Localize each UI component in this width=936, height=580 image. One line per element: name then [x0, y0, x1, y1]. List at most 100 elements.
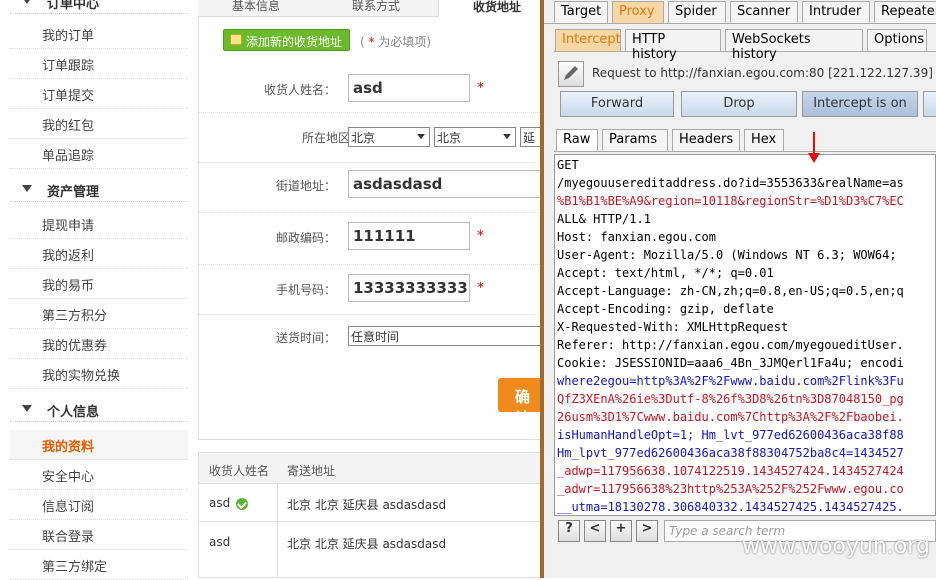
- tab-headers[interactable]: Headers: [672, 129, 740, 151]
- request-line: _adwp=117956638.1074122519.1434527424.14…: [557, 464, 904, 478]
- sidebar-section-orders[interactable]: 订单中心: [10, 0, 188, 14]
- sidebar-item-coupons[interactable]: 我的优惠券: [10, 329, 188, 359]
- chevron-down-icon: [503, 134, 511, 139]
- sidebar-item-product-tracking[interactable]: 单品追踪: [10, 139, 188, 169]
- request-line: Accept: text/html, */*; q=0.01: [557, 266, 774, 280]
- county-select[interactable]: 延: [520, 127, 540, 147]
- add-address-button[interactable]: 添加新的收货地址: [223, 29, 350, 51]
- card-icon: [230, 34, 242, 45]
- tab-intruder[interactable]: Intruder: [802, 1, 870, 23]
- help-button[interactable]: ?: [558, 520, 580, 542]
- sidebar-item-joint-login[interactable]: 联合登录: [10, 520, 188, 550]
- city-select[interactable]: 北京: [434, 127, 516, 147]
- sidebar-section-personal[interactable]: 个人信息: [10, 398, 188, 422]
- divider: [554, 151, 936, 152]
- request-line: /myegouusereditaddress.do?id=3553633&rea…: [557, 176, 904, 190]
- phone-label: 手机号码：: [275, 283, 336, 297]
- tab-repeater[interactable]: Repeater: [874, 1, 936, 23]
- intercept-toggle-button[interactable]: Intercept is on: [802, 91, 918, 117]
- request-line: Hm_lpvt_977ed62600436aca38f88304752ba8c4…: [557, 446, 904, 460]
- name-field[interactable]: asd: [348, 74, 470, 102]
- sidebar-item-ecoins[interactable]: 我的易币: [10, 269, 188, 299]
- tab-http-history[interactable]: HTTP history: [625, 29, 721, 62]
- request-line: QfZ3XEnA%26ie%3Dutf-8%26f%3D8%26tn%3D870…: [557, 392, 904, 406]
- request-line: Host: fanxian.egou.com: [557, 230, 716, 244]
- street-label: 街道地址：: [275, 179, 336, 193]
- watermark: www.wooyun.org: [742, 534, 930, 559]
- next-button[interactable]: >: [636, 520, 658, 542]
- tab-shipping-address[interactable]: 收货地址: [438, 0, 544, 17]
- table-row-name: asd: [209, 496, 231, 510]
- request-line: ALL& HTTP/1.1: [557, 212, 651, 226]
- tab-options[interactable]: Options: [867, 29, 927, 51]
- collapse-icon: [22, 405, 32, 412]
- required-star: *: [477, 228, 484, 244]
- request-line: Referer: http://fanxian.egou.com/myegoue…: [557, 338, 904, 352]
- tab-spider[interactable]: Spider: [668, 1, 726, 23]
- request-line: GET: [557, 158, 579, 172]
- sidebar-item-red-packets[interactable]: 我的红包: [10, 109, 188, 139]
- phone-field[interactable]: 13333333333: [348, 274, 470, 302]
- tab-scanner[interactable]: Scanner: [730, 1, 798, 23]
- sidebar-item-my-profile[interactable]: 我的资料: [10, 430, 188, 460]
- request-line: __utma=18130278.306840332.1434527425.143…: [557, 500, 904, 514]
- request-line: 26usm%3D1%7Cwww.baidu.com%7Chttp%3A%2F%2…: [557, 410, 904, 424]
- column-header-name: 收货人姓名: [209, 464, 270, 478]
- request-line: _adwr=117956638%23http%253A%252F%252Fwww…: [557, 482, 904, 496]
- address-table: 收货人姓名 寄送地址 asd 北京 北京 延庆县 asdasdasd asd 北…: [198, 452, 545, 578]
- sidebar-item-withdraw[interactable]: 提现申请: [10, 209, 188, 239]
- drop-button[interactable]: Drop: [681, 91, 797, 117]
- divider: [198, 212, 544, 213]
- request-line: %B1%B1%BE%A9&region=10118&regionStr=%D1%…: [557, 194, 904, 208]
- address-form-panel: [198, 0, 544, 440]
- name-label: 收货人姓名：: [263, 83, 336, 97]
- red-arrow-head: [808, 153, 820, 163]
- tab-contact[interactable]: 联系方式: [322, 0, 428, 17]
- edit-icon[interactable]: [558, 61, 584, 87]
- tab-websockets-history[interactable]: WebSockets history: [725, 29, 863, 62]
- table-row-address: 北京 北京 延庆县 asdasdasd: [287, 498, 447, 512]
- sidebar-section-assets[interactable]: 资产管理: [10, 178, 188, 202]
- sidebar-item-third-party-points[interactable]: 第三方积分: [10, 299, 188, 329]
- sidebar-item-subscriptions[interactable]: 信息订阅: [10, 490, 188, 520]
- forward-button[interactable]: Forward: [560, 91, 674, 117]
- confirm-button[interactable]: 确认: [498, 378, 544, 427]
- province-select[interactable]: 北京: [348, 127, 430, 147]
- sidebar-item-security[interactable]: 安全中心: [10, 460, 188, 490]
- request-info: Request to http://fanxian.egou.com:80 [2…: [592, 66, 933, 80]
- tab-raw[interactable]: Raw: [556, 129, 598, 151]
- sidebar-item-redemptions[interactable]: 我的实物兑换: [10, 359, 188, 389]
- tab-target[interactable]: Target: [554, 1, 608, 23]
- delivery-time-label: 送货时间：: [275, 331, 336, 345]
- divider: [198, 264, 544, 265]
- required-note: ( * 为必填项): [360, 35, 432, 49]
- sidebar-item-order-submit[interactable]: 订单提交: [10, 79, 188, 109]
- column-header-address: 寄送地址: [287, 464, 336, 478]
- request-line: isHumanHandleOpt=1; Hm_lvt_977ed62600436…: [557, 428, 904, 442]
- table-row-name: asd: [209, 535, 231, 549]
- sidebar-item-order-tracking[interactable]: 订单跟踪: [10, 49, 188, 79]
- required-star: *: [477, 280, 484, 296]
- action-button[interactable]: [923, 91, 936, 117]
- tab-hex[interactable]: Hex: [744, 129, 784, 151]
- collapse-icon: [22, 0, 32, 4]
- divider: [198, 314, 544, 315]
- divider: [198, 162, 544, 163]
- sidebar-item-rebates[interactable]: 我的返利: [10, 239, 188, 269]
- default-check-icon: [236, 498, 248, 510]
- zip-label: 邮政编码：: [275, 231, 336, 245]
- add-button[interactable]: +: [610, 520, 632, 542]
- tab-params[interactable]: Params: [602, 129, 668, 151]
- zip-field[interactable]: 111111: [348, 222, 470, 250]
- sidebar-item-third-party-binding[interactable]: 第三方绑定: [10, 550, 188, 580]
- tab-intercept[interactable]: Intercept: [555, 29, 621, 51]
- required-star: *: [477, 80, 484, 96]
- tab-proxy[interactable]: Proxy: [612, 1, 664, 23]
- sidebar-item-my-orders[interactable]: 我的订单: [10, 19, 188, 49]
- delivery-time-select[interactable]: 任意时间: [348, 326, 540, 346]
- request-line: Accept-Language: zh-CN,zh;q=0.8,en-US;q=…: [557, 284, 904, 298]
- street-field[interactable]: asdasdasd: [348, 170, 540, 198]
- raw-request-editor[interactable]: GET /myegouusereditaddress.do?id=3553633…: [554, 154, 936, 516]
- previous-button[interactable]: <: [584, 520, 606, 542]
- tab-basic-info[interactable]: 基本信息: [204, 0, 310, 17]
